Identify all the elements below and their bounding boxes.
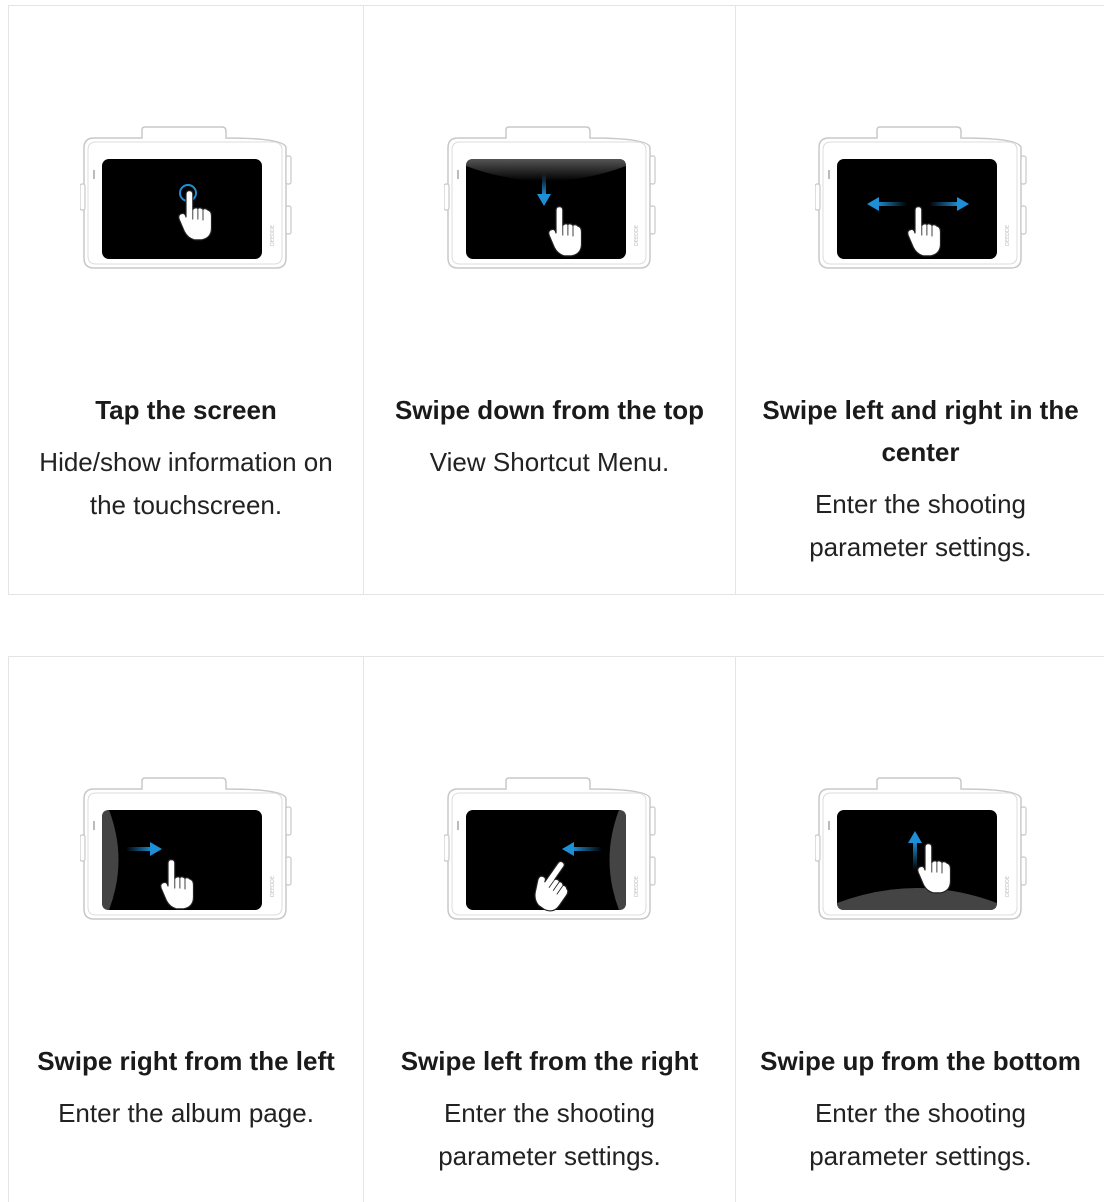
gesture-card-swipe-left: Swipe left from the right Enter the shoo… [364,657,736,1202]
tap-icon [80,126,292,269]
gesture-title: Swipe up from the bottom [760,1046,1081,1076]
swipe-right-icon [80,777,292,920]
swipe-down-icon [443,126,656,269]
gesture-description: View Shortcut Menu. [429,447,670,477]
gesture-grid-bottom: Swipe right from the left Enter the albu… [8,656,1104,1202]
gesture-title: Swipe left and right in the center [762,395,1079,467]
gesture-title: Swipe left from the right [400,1046,699,1076]
gesture-title: Swipe right from the left [37,1046,335,1076]
swipe-left-icon [443,777,656,920]
gesture-description: Enter the shooting parameter settings. [809,489,1032,562]
gesture-title: Swipe down from the top [394,395,705,425]
swipe-left-right-icon [814,126,1027,269]
gesture-card-swipe-left-right: Swipe left and right in the center Enter… [736,6,1104,594]
gesture-description: Hide/show information on the touchscreen… [39,447,333,520]
swipe-up-icon [814,777,1027,920]
gesture-description: Enter the album page. [58,1098,314,1128]
gesture-title: Tap the screen [95,395,277,425]
gesture-card-tap: Tap the screen Hide/show information on … [9,6,364,594]
gesture-card-swipe-down: Swipe down from the top View Shortcut Me… [364,6,736,594]
gesture-grid-top: Tap the screen Hide/show information on … [8,5,1104,595]
gesture-description: Enter the shooting parameter settings. [438,1098,661,1171]
gesture-card-swipe-right: Swipe right from the left Enter the albu… [9,657,364,1202]
gesture-description: Enter the shooting parameter settings. [809,1098,1032,1171]
gesture-card-swipe-up: Swipe up from the bottom Enter the shoot… [736,657,1104,1202]
